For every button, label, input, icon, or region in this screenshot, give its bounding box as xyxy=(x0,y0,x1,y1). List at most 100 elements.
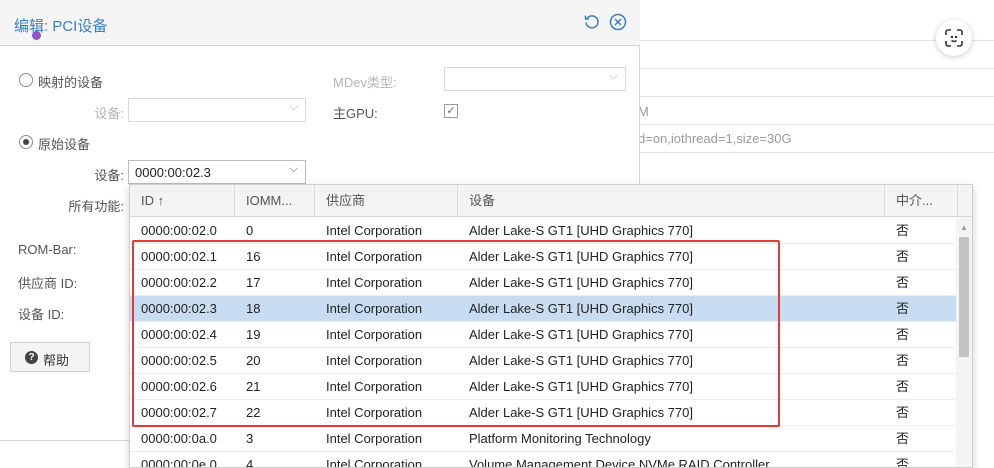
cell-vendor: Intel Corporation xyxy=(326,353,423,368)
cell-vendor: Intel Corporation xyxy=(326,223,423,238)
raw-device-select[interactable]: 0000:00:02.3 ⌵ xyxy=(128,160,306,184)
cell-id: 0000:00:02.4 xyxy=(141,327,217,342)
help-circle-icon: ? xyxy=(25,351,38,364)
column-header-device[interactable]: 设备 xyxy=(458,185,885,217)
cell-mediated: 否 xyxy=(896,379,910,394)
cell-vendor: Intel Corporation xyxy=(326,301,423,316)
grid-header: ID ↑ IOMM... 供应商 设备 中介... xyxy=(130,185,972,217)
column-header-id[interactable]: ID ↑ xyxy=(130,185,235,217)
cell-mediated: 否 xyxy=(896,327,910,342)
raw-device-field-label: 设备: xyxy=(94,168,124,183)
table-row[interactable]: 0000:00:02.6 21 Intel Corporation Alder Lak… xyxy=(130,374,958,400)
raw-device-radio[interactable] xyxy=(19,135,33,149)
chevron-down-icon: ⌵ xyxy=(289,163,298,175)
primary-gpu-label: 主GPU: xyxy=(333,106,378,121)
cell-mediated: 否 xyxy=(896,275,910,290)
cell-vendor: Intel Corporation xyxy=(326,457,423,468)
mapped-device-select[interactable]: ⌵ xyxy=(128,98,306,122)
bg-field-line xyxy=(640,96,994,97)
cell-id: 0000:00:02.1 xyxy=(141,249,217,264)
table-row[interactable]: 0000:00:0e.0 4 Intel Corporation Volume Man… xyxy=(130,452,958,468)
mdev-type-select[interactable]: ⌵ xyxy=(444,67,626,91)
mapped-device-radio[interactable] xyxy=(19,73,33,87)
chevron-down-icon: ⌵ xyxy=(609,70,618,82)
cell-mediated: 否 xyxy=(896,431,910,446)
table-row[interactable]: 0000:00:0a.0 3 Intel Corporation Platform M… xyxy=(130,426,958,452)
mdev-type-label: MDev类型: xyxy=(333,75,397,90)
table-row[interactable]: 0000:00:02.7 22 Intel Corporation Alder Lak… xyxy=(130,400,958,426)
table-row[interactable]: 0000:00:02.2 17 Intel Corporation Alder Lak… xyxy=(130,270,958,296)
cell-mediated: 否 xyxy=(896,405,910,420)
cell-vendor: Intel Corporation xyxy=(326,249,423,264)
vendor-id-label: 供应商 ID: xyxy=(18,276,78,291)
cell-iommu-group: 0 xyxy=(246,223,254,238)
cell-iommu-group: 19 xyxy=(246,327,261,342)
reset-icon[interactable] xyxy=(582,12,602,32)
cell-id: 0000:00:02.5 xyxy=(141,353,217,368)
table-row[interactable]: 0000:00:02.5 20 Intel Corporation Alder Lak… xyxy=(130,348,958,374)
cell-iommu-group: 3 xyxy=(246,431,254,446)
cell-iommu-group: 4 xyxy=(246,457,254,468)
cell-mediated: 否 xyxy=(896,353,910,368)
column-header-iommu[interactable]: IOMM... xyxy=(235,185,315,217)
rom-bar-label: ROM-Bar: xyxy=(18,242,77,257)
mapped-device-field-label: 设备: xyxy=(94,106,124,121)
cell-device: Platform Monitoring Technology xyxy=(469,431,651,446)
table-row[interactable]: 0000:00:02.4 19 Intel Corporation Alder Lak… xyxy=(130,322,958,348)
cell-iommu-group: 17 xyxy=(246,275,261,290)
close-circle-icon[interactable] xyxy=(608,12,628,32)
vertical-scrollbar[interactable]: ▲ xyxy=(956,217,972,467)
help-button-label: 帮助 xyxy=(43,353,70,368)
cell-device: Alder Lake-S GT1 [UHD Graphics 770] xyxy=(469,249,693,264)
pci-device-grid: ID ↑ IOMM... 供应商 设备 中介... 0000:00:02.0 0 I… xyxy=(129,184,973,468)
cell-mediated: 否 xyxy=(896,223,910,238)
dialog-header: 编辑: PCI设备 xyxy=(0,0,640,46)
scrollbar-thumb[interactable] xyxy=(959,237,969,357)
device-id-label: 设备 ID: xyxy=(18,307,65,322)
cell-iommu-group: 16 xyxy=(246,249,261,264)
cell-device: Alder Lake-S GT1 [UHD Graphics 770] xyxy=(469,223,693,238)
cell-id: 0000:00:02.7 xyxy=(141,405,217,420)
cell-iommu-group: 22 xyxy=(246,405,261,420)
bg-field-line xyxy=(640,68,994,69)
column-header-mediated[interactable]: 中介... xyxy=(885,185,958,217)
column-header-vendor[interactable]: 供应商 xyxy=(315,185,458,217)
cell-device: Alder Lake-S GT1 [UHD Graphics 770] xyxy=(469,275,693,290)
cell-device: Alder Lake-S GT1 [UHD Graphics 770] xyxy=(469,405,693,420)
all-functions-label: 所有功能: xyxy=(68,199,124,214)
bg-field-line xyxy=(640,124,994,125)
help-button[interactable]: ? 帮助 xyxy=(10,342,90,372)
cursor-dot xyxy=(32,31,41,40)
cell-iommu-group: 18 xyxy=(246,301,261,316)
table-row[interactable]: 0000:00:02.0 0 Intel Corporation Alder Lake… xyxy=(130,218,958,244)
chevron-down-icon: ⌵ xyxy=(289,101,298,113)
bg-field-line xyxy=(640,152,994,153)
raw-device-value: 0000:00:02.3 xyxy=(135,165,211,180)
cell-id: 0000:00:02.6 xyxy=(141,379,217,394)
cell-device: Alder Lake-S GT1 [UHD Graphics 770] xyxy=(469,379,693,394)
cell-device: Alder Lake-S GT1 [UHD Graphics 770] xyxy=(469,327,693,342)
cell-device: Alder Lake-S GT1 [UHD Graphics 770] xyxy=(469,301,693,316)
cell-mediated: 否 xyxy=(896,301,910,316)
cell-id: 0000:00:02.2 xyxy=(141,275,217,290)
cell-vendor: Intel Corporation xyxy=(326,405,423,420)
focus-scan-icon[interactable] xyxy=(936,20,972,56)
cell-vendor: Intel Corporation xyxy=(326,275,423,290)
table-row[interactable]: 0000:00:02.1 16 Intel Corporation Alder Lak… xyxy=(130,244,958,270)
cell-id: 0000:00:0e.0 xyxy=(141,457,217,468)
cell-vendor: Intel Corporation xyxy=(326,431,423,446)
cell-iommu-group: 21 xyxy=(246,379,261,394)
cell-vendor: Intel Corporation xyxy=(326,327,423,342)
bg-text-params: d=on,iothread=1,size=30G xyxy=(638,131,792,146)
raw-device-label: 原始设备 xyxy=(38,137,91,152)
primary-gpu-checkbox[interactable]: ✓ xyxy=(444,104,458,118)
scroll-up-arrow-icon[interactable]: ▲ xyxy=(960,223,968,232)
cell-mediated: 否 xyxy=(896,457,910,468)
cell-device: Volume Management Device NVMe RAID Contr… xyxy=(469,457,770,468)
table-row[interactable]: 0000:00:02.3 18 Intel Corporation Alder Lak… xyxy=(130,296,958,322)
cell-id: 0000:00:02.3 xyxy=(141,301,217,316)
cell-mediated: 否 xyxy=(896,249,910,264)
cell-device: Alder Lake-S GT1 [UHD Graphics 770] xyxy=(469,353,693,368)
cell-id: 0000:00:0a.0 xyxy=(141,431,217,446)
dialog-title: 编辑: PCI设备 xyxy=(14,18,108,35)
